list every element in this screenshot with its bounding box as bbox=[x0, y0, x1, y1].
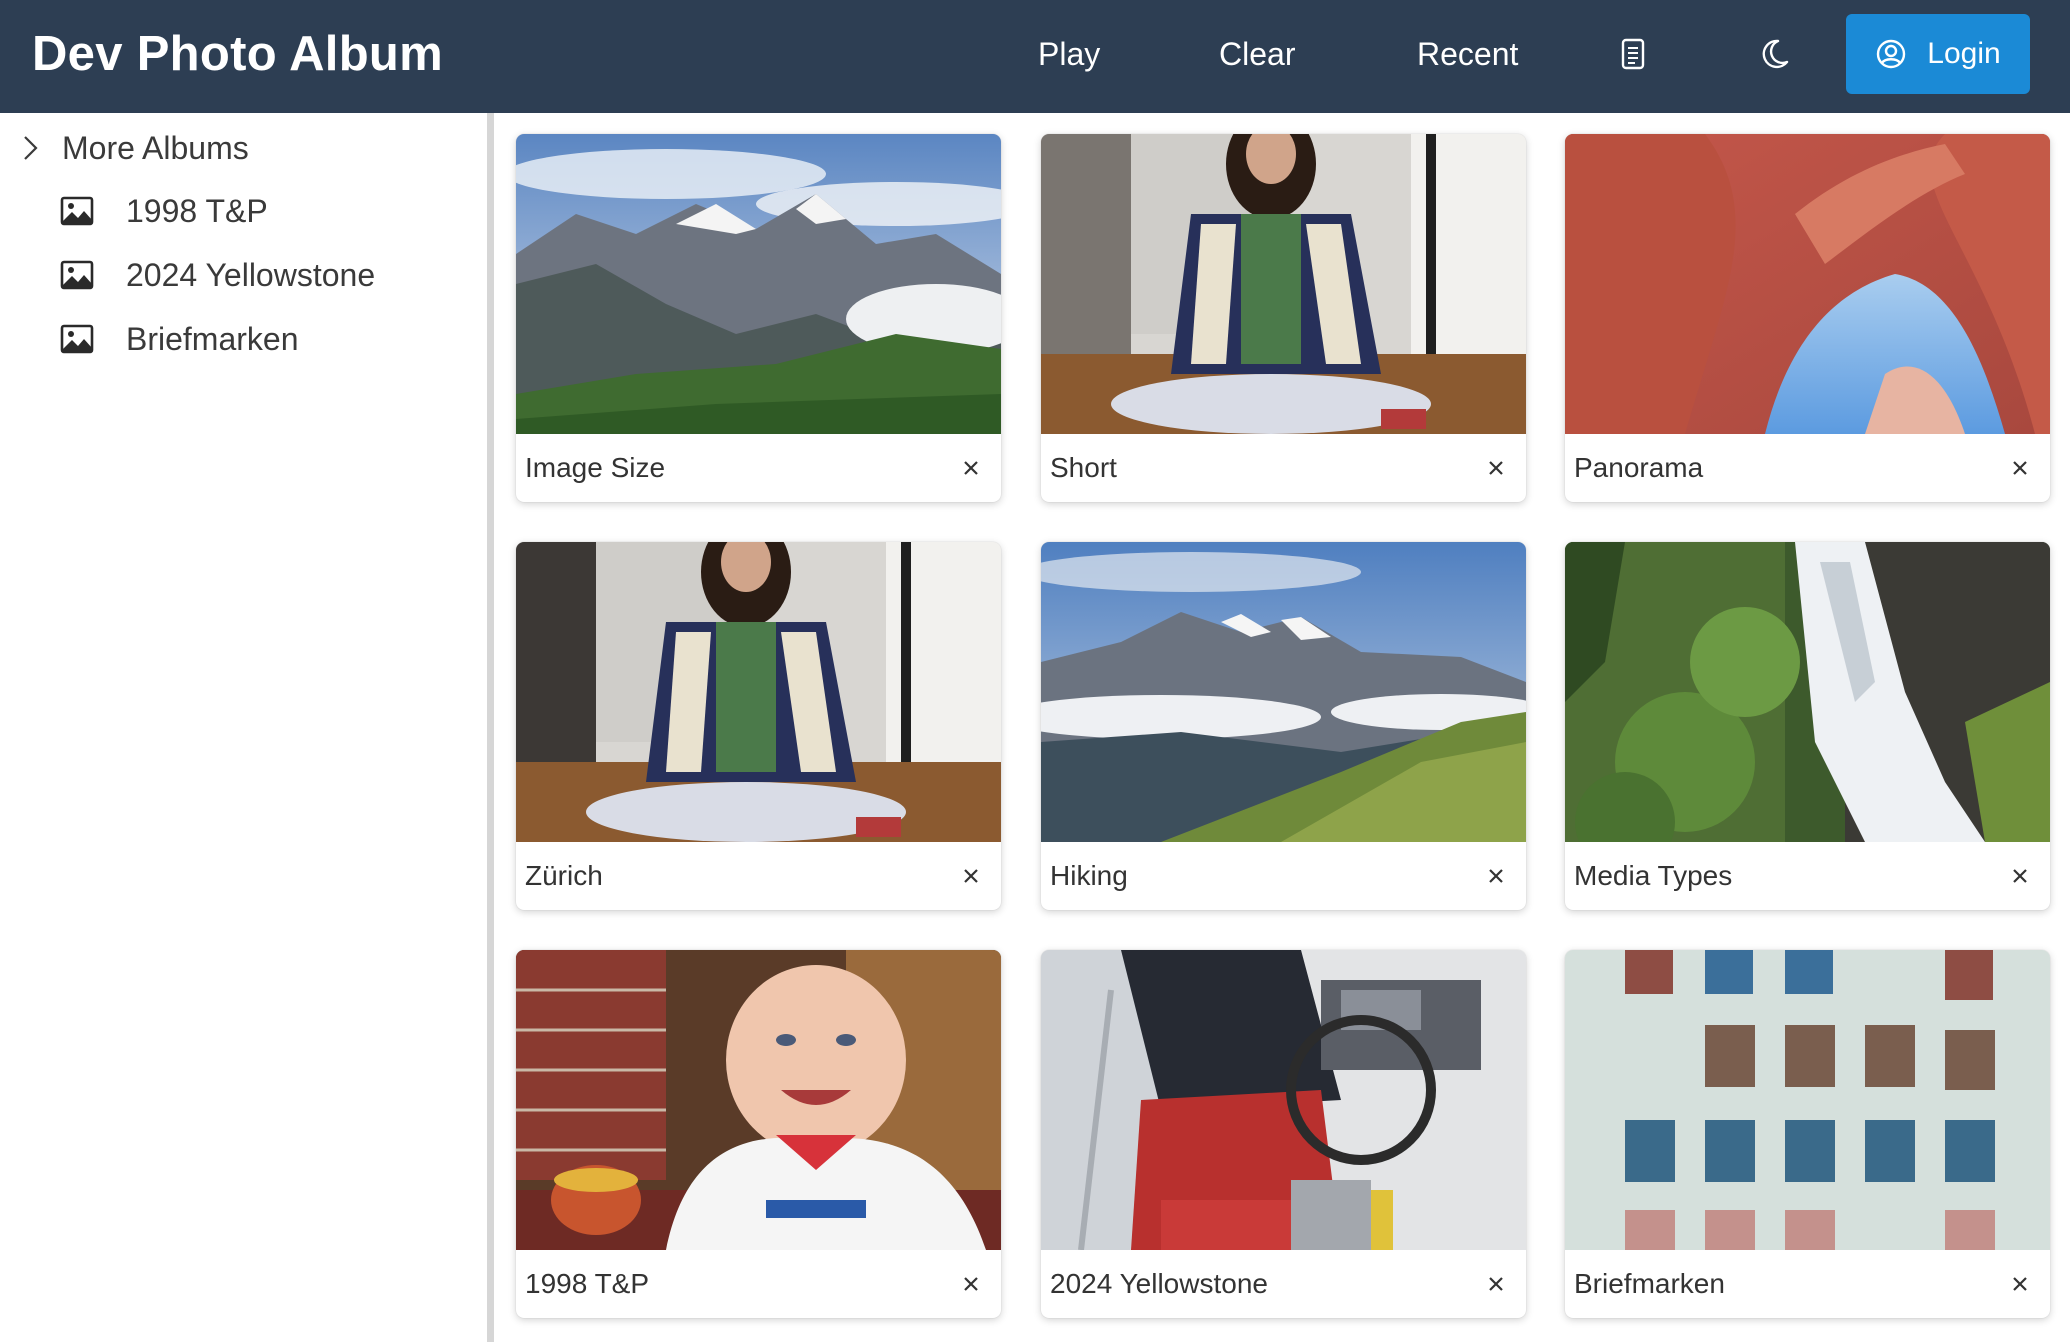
child-sitting-thumbnail bbox=[516, 542, 1001, 842]
album-card-1998-tp[interactable]: 1998 T&P bbox=[516, 950, 1001, 1318]
card-caption: 2024 Yellowstone bbox=[1050, 1268, 1268, 1299]
image-icon bbox=[60, 324, 94, 354]
sidebar-album-label: 1998 T&P bbox=[126, 192, 268, 229]
album-card-hiking[interactable]: Hiking bbox=[1041, 542, 1526, 910]
album-card-panorama[interactable]: Panorama bbox=[1565, 134, 2050, 502]
album-card-briefmarken[interactable]: Briefmarken bbox=[1565, 950, 2050, 1318]
login-label: Login bbox=[1927, 37, 2001, 70]
close-icon[interactable] bbox=[2008, 864, 2032, 888]
close-icon[interactable] bbox=[1484, 1272, 1508, 1296]
album-card-2024-yellowstone[interactable]: 2024 Yellowstone bbox=[1041, 950, 1526, 1318]
close-icon[interactable] bbox=[959, 864, 983, 888]
album-card-short[interactable]: Short bbox=[1041, 134, 1526, 502]
sidebar-album-2024-yellowstone[interactable]: 2024 Yellowstone bbox=[60, 245, 375, 305]
more-albums-toggle[interactable]: More Albums bbox=[18, 120, 249, 176]
sidebar-album-1998-tp[interactable]: 1998 T&P bbox=[60, 181, 268, 241]
baby-thumbnail bbox=[516, 950, 1001, 1250]
album-card-image-size[interactable]: Image Size bbox=[516, 134, 1001, 502]
card-caption: Panorama bbox=[1574, 452, 1704, 483]
close-icon[interactable] bbox=[959, 1272, 983, 1296]
user-circle-icon bbox=[1877, 39, 1906, 69]
child-sitting-thumbnail bbox=[1041, 134, 1526, 434]
clear-button[interactable]: Clear bbox=[1219, 0, 1295, 113]
more-albums-label: More Albums bbox=[62, 129, 249, 166]
boat-helm-thumbnail bbox=[1041, 950, 1526, 1250]
stamps-thumbnail bbox=[1565, 950, 2050, 1250]
card-caption: 1998 T&P bbox=[525, 1268, 650, 1299]
waterfall-thumbnail bbox=[1565, 542, 2050, 842]
sidebar-album-label: Briefmarken bbox=[126, 320, 299, 357]
app-title[interactable]: Dev Photo Album bbox=[32, 0, 443, 113]
mountain-valley-thumbnail bbox=[1041, 542, 1526, 842]
play-button[interactable]: Play bbox=[1038, 0, 1100, 113]
recent-button[interactable]: Recent bbox=[1417, 0, 1518, 113]
card-caption: Hiking bbox=[1050, 860, 1128, 891]
top-navbar: Dev Photo Album Play Clear Recent Login bbox=[0, 0, 2070, 113]
sidebar-album-label: 2024 Yellowstone bbox=[126, 256, 376, 293]
document-icon[interactable] bbox=[1615, 36, 1651, 72]
moon-icon[interactable] bbox=[1756, 36, 1792, 72]
card-caption: Zürich bbox=[525, 860, 603, 891]
card-caption: Media Types bbox=[1574, 860, 1733, 891]
album-card-media-types[interactable]: Media Types bbox=[1565, 542, 2050, 910]
card-caption: Short bbox=[1050, 452, 1117, 483]
mountain-landscape-thumbnail bbox=[516, 134, 1001, 434]
image-icon bbox=[60, 260, 94, 290]
close-icon[interactable] bbox=[2008, 456, 2032, 480]
sidebar-resize-handle[interactable] bbox=[487, 113, 494, 1342]
sidebar-album-briefmarken[interactable]: Briefmarken bbox=[60, 309, 299, 369]
login-button[interactable]: Login bbox=[1846, 14, 2030, 94]
close-icon[interactable] bbox=[2008, 1272, 2032, 1296]
card-caption: Image Size bbox=[525, 452, 666, 483]
card-caption: Briefmarken bbox=[1574, 1268, 1725, 1299]
close-icon[interactable] bbox=[1484, 864, 1508, 888]
close-icon[interactable] bbox=[959, 456, 983, 480]
chevron-right-icon bbox=[24, 136, 38, 160]
close-icon[interactable] bbox=[1484, 456, 1508, 480]
slot-canyon-thumbnail bbox=[1565, 134, 2050, 434]
album-card-zurich[interactable]: Zürich bbox=[516, 542, 1001, 910]
image-icon bbox=[60, 196, 94, 226]
